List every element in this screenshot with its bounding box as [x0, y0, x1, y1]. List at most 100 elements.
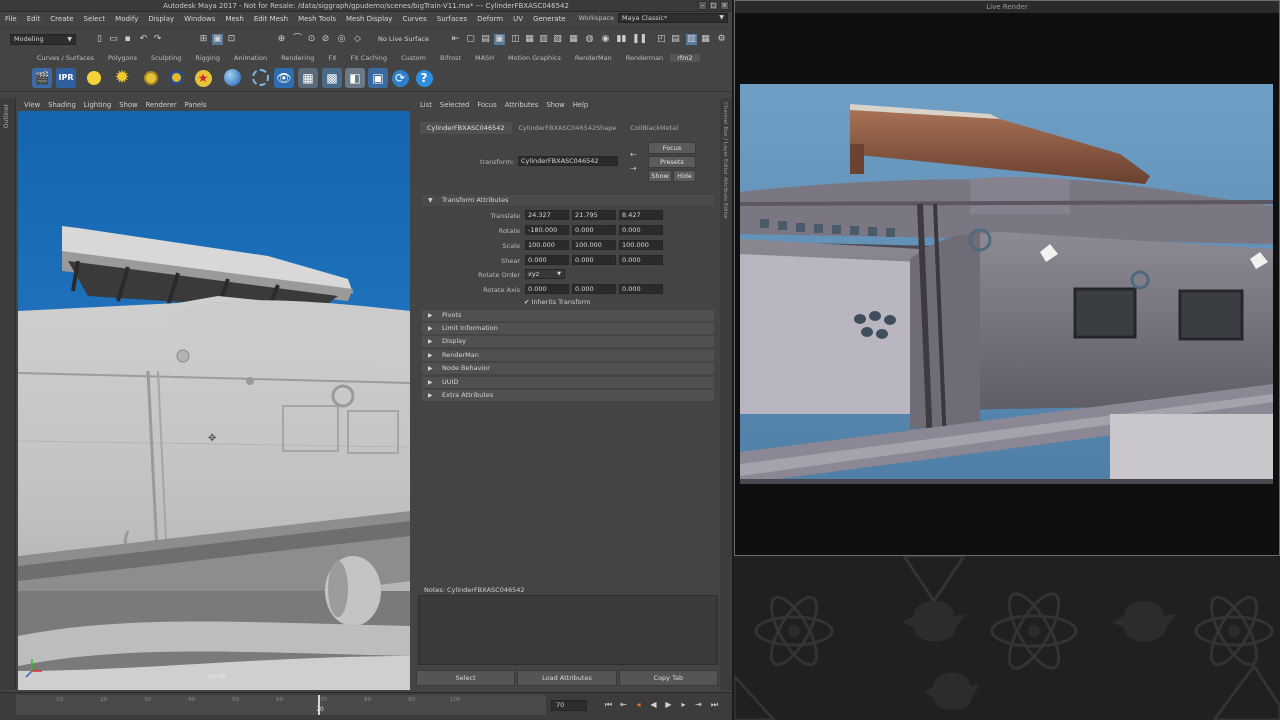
- shelf-tab[interactable]: Polygons: [101, 54, 144, 62]
- menu-surfaces[interactable]: Surfaces: [432, 15, 472, 23]
- scale-y-field[interactable]: 100.000: [572, 240, 616, 250]
- workspace-dropdown[interactable]: Maya Classic* ▼: [618, 13, 728, 23]
- snap-curve-icon[interactable]: ⌒: [292, 34, 303, 45]
- viewport-menu-lighting[interactable]: Lighting: [80, 101, 115, 109]
- blue-square-icon[interactable]: ▣: [368, 68, 388, 88]
- globe-icon[interactable]: ◍: [584, 34, 595, 45]
- menu-mesh-tools[interactable]: Mesh Tools: [293, 15, 341, 23]
- render-view-icon[interactable]: ▥: [538, 34, 549, 45]
- grid-icon[interactable]: ▦: [568, 34, 579, 45]
- rotate-axis-x-field[interactable]: 0.000: [525, 284, 569, 294]
- save-scene-icon[interactable]: ▪: [122, 34, 133, 45]
- ring-icon[interactable]: [250, 68, 270, 88]
- rotate-axis-z-field[interactable]: 0.000: [619, 284, 663, 294]
- ae-menu-selected[interactable]: Selected: [436, 101, 473, 109]
- render-settings-icon[interactable]: ◫: [510, 34, 521, 45]
- menu-mesh-display[interactable]: Mesh Display: [341, 15, 397, 23]
- live-surface-label[interactable]: No Live Surface: [378, 34, 440, 45]
- minimize-button[interactable]: –: [698, 1, 707, 10]
- close-button[interactable]: ×: [720, 1, 729, 10]
- shelf-tab[interactable]: MASH: [468, 54, 501, 62]
- step-back-key-icon[interactable]: ⇤: [618, 699, 629, 711]
- section-uuid[interactable]: ▶ UUID: [422, 377, 714, 388]
- render-frame-icon[interactable]: ▤: [480, 34, 491, 45]
- rotate-z-field[interactable]: 0.000: [619, 225, 663, 235]
- viewport-menu-shading[interactable]: Shading: [44, 101, 80, 109]
- shelf-tab[interactable]: RenderMan: [568, 54, 619, 62]
- snap-grid-icon[interactable]: ⊕: [276, 34, 287, 45]
- new-scene-icon[interactable]: ▯: [94, 34, 105, 45]
- menu-curves[interactable]: Curves: [397, 15, 431, 23]
- menu-display[interactable]: Display: [143, 15, 179, 23]
- section-node-behavior[interactable]: ▶ Node Behavior: [422, 363, 714, 374]
- inherits-transform-checkbox[interactable]: ✔ Inherits Transform: [524, 298, 591, 306]
- ipr-render-icon[interactable]: ▣: [494, 34, 505, 45]
- scale-x-field[interactable]: 100.000: [525, 240, 569, 250]
- snapshot-icon[interactable]: ◰: [656, 34, 667, 45]
- menu-select[interactable]: Select: [79, 15, 111, 23]
- section-display[interactable]: ▶ Display: [422, 336, 714, 347]
- focus-arrow-icon[interactable]: ⇠: [630, 150, 637, 159]
- ae-menu-focus[interactable]: Focus: [473, 101, 500, 109]
- mode-dropdown[interactable]: Modeling ▼: [10, 34, 76, 45]
- shelf-tab[interactable]: Animation: [227, 54, 274, 62]
- rotate-order-dropdown[interactable]: xyz ▼: [525, 269, 565, 279]
- step-back-frame-icon[interactable]: ◂: [633, 699, 644, 711]
- menu-create[interactable]: Create: [45, 15, 78, 23]
- viewport-menu-show[interactable]: Show: [115, 101, 141, 109]
- shelf-tab[interactable]: Custom: [394, 54, 433, 62]
- shelf-tab[interactable]: Bifrost: [433, 54, 468, 62]
- menu-modify[interactable]: Modify: [110, 15, 143, 23]
- help-icon[interactable]: ?: [414, 68, 434, 88]
- dome-light-icon[interactable]: [141, 68, 161, 88]
- rotate-axis-y-field[interactable]: 0.000: [572, 284, 616, 294]
- tab-transform-node[interactable]: CylinderFBXASC046542: [420, 122, 512, 134]
- snap-point-icon[interactable]: ⊙: [306, 34, 317, 45]
- menu-deform[interactable]: Deform: [472, 15, 508, 23]
- menu-windows[interactable]: Windows: [179, 15, 220, 23]
- section-limit-information[interactable]: ▶ Limit Information: [422, 323, 714, 334]
- viewport-canvas[interactable]: ✥ persp: [17, 111, 411, 690]
- shelf-tab[interactable]: FX: [321, 54, 343, 62]
- section-transform-attributes[interactable]: ▼ Transform Attributes: [422, 195, 714, 206]
- tab-shape-node[interactable]: CylinderFBXASC046542Shape: [511, 122, 624, 134]
- tool-settings-icon[interactable]: ▦: [700, 34, 711, 45]
- refresh-icon[interactable]: ⟳: [390, 68, 410, 88]
- shelf-tab[interactable]: Renderman: [619, 54, 670, 62]
- sphere-material-icon[interactable]: [222, 68, 242, 88]
- texture-icon[interactable]: ▦: [298, 68, 318, 88]
- viewport-menu-panels[interactable]: Panels: [181, 101, 211, 109]
- camera-icon[interactable]: ◉: [600, 34, 611, 45]
- step-forward-key-icon[interactable]: ⇥: [693, 699, 704, 711]
- star-material-icon[interactable]: ★: [193, 68, 213, 88]
- select-by-hierarchy-icon[interactable]: ⊞: [198, 34, 209, 45]
- shelf-tab[interactable]: Sculpting: [144, 54, 188, 62]
- go-to-start-icon[interactable]: ⏮: [603, 699, 614, 711]
- select-by-object-icon[interactable]: ▣: [212, 34, 223, 45]
- shelf-tab[interactable]: Curves / Surfaces: [30, 54, 101, 62]
- point-light-icon[interactable]: [84, 68, 104, 88]
- shelf-tab[interactable]: Rendering: [274, 54, 321, 62]
- current-frame-field[interactable]: 70: [551, 700, 587, 711]
- pause-icon[interactable]: ❚❚: [632, 34, 647, 45]
- menu-file[interactable]: File: [0, 15, 22, 23]
- focus-arrow-icon[interactable]: ⇢: [630, 164, 637, 173]
- ae-menu-show[interactable]: Show: [542, 101, 568, 109]
- shear-x-field[interactable]: 0.000: [525, 255, 569, 265]
- checker-icon[interactable]: ▩: [322, 68, 342, 88]
- outliner-strip[interactable]: Outliner: [0, 98, 16, 690]
- stop-icon[interactable]: ▮▮: [616, 34, 627, 45]
- select-button[interactable]: Select: [416, 670, 516, 686]
- translate-y-field[interactable]: 21.795: [572, 210, 616, 220]
- shelf-tab[interactable]: FX Caching: [344, 54, 395, 62]
- copy-tab-button[interactable]: Copy Tab: [618, 670, 718, 686]
- maximize-button[interactable]: □: [709, 1, 718, 10]
- ae-menu-help[interactable]: Help: [569, 101, 593, 109]
- undo-icon[interactable]: ↶: [138, 34, 149, 45]
- notes-textarea[interactable]: [418, 595, 718, 665]
- play-forwards-icon[interactable]: ▶: [663, 699, 674, 711]
- make-live-icon[interactable]: ◎: [336, 34, 347, 45]
- section-renderman[interactable]: ▶ RenderMan: [422, 350, 714, 361]
- tab-material-node[interactable]: CollBlackMetal: [623, 122, 686, 134]
- shear-z-field[interactable]: 0.000: [619, 255, 663, 265]
